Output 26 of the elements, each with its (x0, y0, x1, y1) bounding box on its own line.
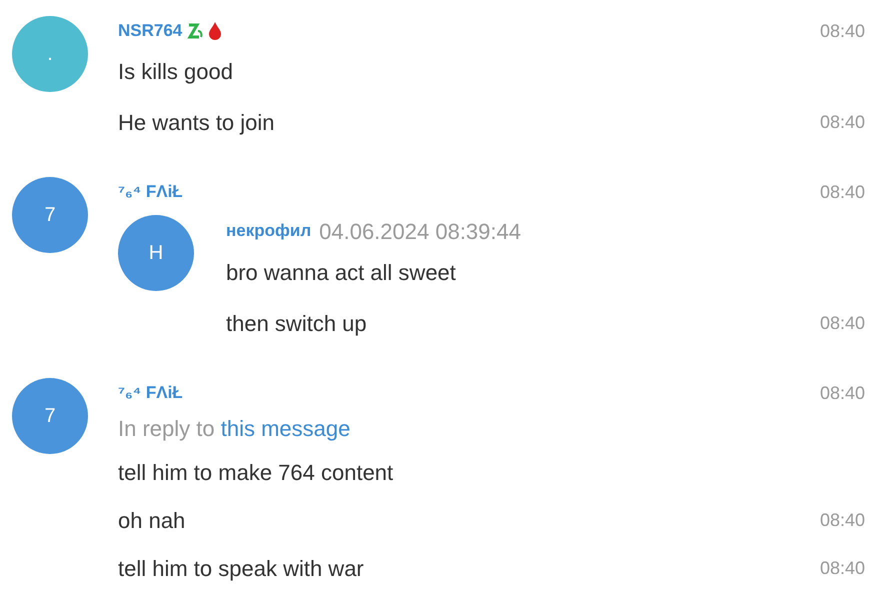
forwarded-sender[interactable]: некрофил (226, 218, 312, 244)
avatar-initial: 7 (44, 404, 56, 429)
message-text: bro wanna act all sweet (226, 259, 456, 287)
sender-name[interactable]: NSR764 (118, 18, 182, 44)
message-text: He wants to join (118, 109, 275, 137)
message-time: 08:40 (820, 382, 865, 404)
message-time: 08:40 (820, 180, 865, 204)
reply-link[interactable]: this message (220, 416, 350, 440)
message-text: Is kills good (118, 58, 233, 86)
sender-name[interactable]: ⁷₆⁴ FΛiŁ (118, 380, 183, 406)
avatar-initial: 7 (44, 203, 56, 228)
sender-name[interactable]: ⁷₆⁴ FΛiŁ (118, 179, 183, 205)
message-text: oh nah (118, 506, 186, 534)
forwarded-date: 04.06.2024 08:39:44 (319, 218, 521, 246)
message-text: tell him to make 764 content (118, 458, 394, 486)
message-text: then switch up (226, 310, 367, 338)
message-time: 08:40 (820, 20, 865, 42)
message-text: tell him to speak with war (118, 554, 364, 583)
reply-note: In reply to this message (118, 414, 350, 443)
avatar-initial: . (47, 42, 53, 67)
avatar-initial: H (148, 241, 164, 266)
message-time: 08:40 (820, 111, 865, 134)
drop-icon (208, 21, 222, 41)
message-time: 08:40 (820, 312, 865, 335)
message-time: 08:40 (820, 508, 865, 532)
message-time: 08:40 (820, 556, 865, 580)
